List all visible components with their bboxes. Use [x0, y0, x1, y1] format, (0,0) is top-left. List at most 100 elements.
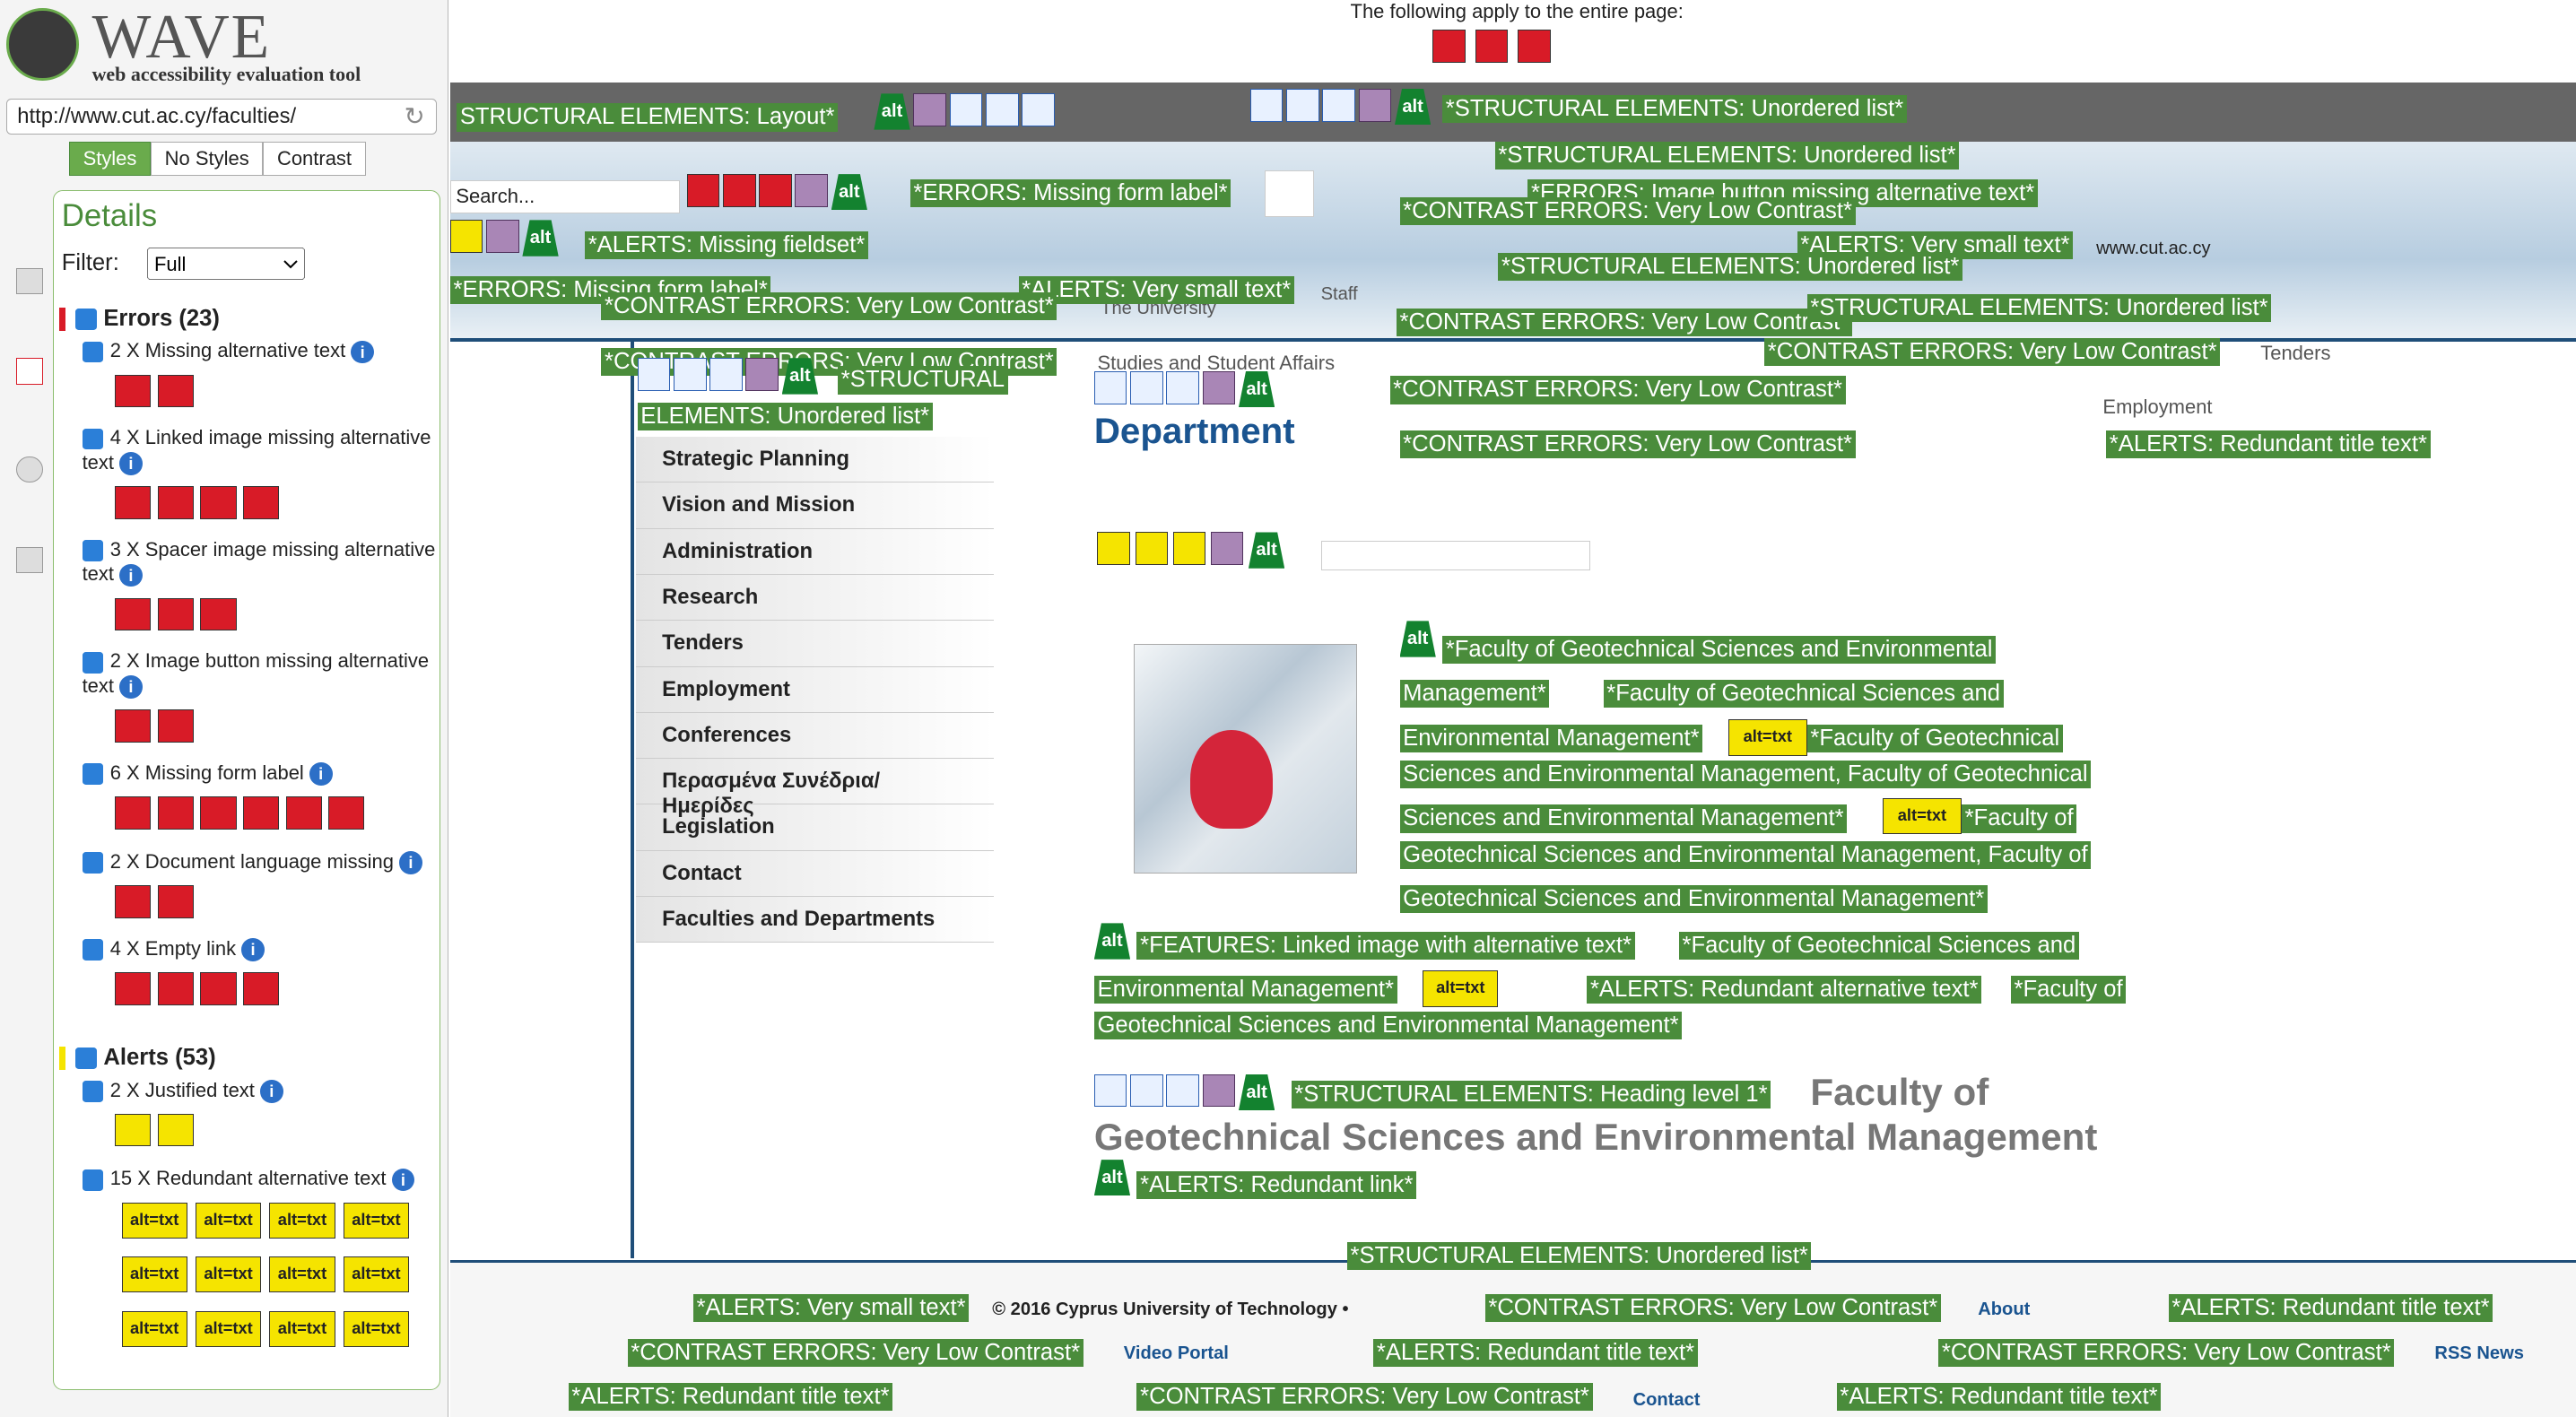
list-icon[interactable]: [1322, 88, 1356, 122]
staff-link[interactable]: Staff: [1321, 284, 1358, 305]
redundant-title-label[interactable]: *ALERTS: Redundant title text*: [568, 1383, 893, 1412]
summary-icon[interactable]: [16, 267, 43, 294]
h1-icon[interactable]: [1166, 370, 1200, 404]
ul-label[interactable]: *STRUCTURAL ELEMENTS: Unordered list*: [1494, 141, 1960, 170]
ul-split-label-1[interactable]: *STRUCTURAL: [838, 366, 1008, 395]
menu-item[interactable]: Περασμένα Συνέδρια/Ημερίδες: [635, 759, 995, 818]
redundant-title-label[interactable]: *ALERTS: Redundant title text*: [1373, 1338, 1698, 1367]
alt-text-icon[interactable]: alt=txt: [1882, 798, 1962, 835]
feature-linked-b[interactable]: Environmental Management*: [1093, 975, 1397, 1004]
menu-item[interactable]: Contact: [635, 850, 995, 898]
alt-icon[interactable]: alt: [1399, 621, 1436, 657]
alt-text-icon[interactable]: alt=txt: [121, 1310, 187, 1347]
faculty-alt-4c[interactable]: Geotechnical Sciences and Environmental …: [1399, 885, 1988, 914]
missing-form-label[interactable]: *ERRORS: Missing form label*: [909, 178, 1231, 207]
small-text-label[interactable]: *ALERTS: Very small text*: [692, 1294, 970, 1323]
alt-icon[interactable]: alt: [1093, 1160, 1131, 1196]
search-icon[interactable]: [1265, 170, 1315, 217]
tenders-link[interactable]: Tenders: [2260, 342, 2330, 365]
list-item[interactable]: 15 X Redundant alternative text i: [82, 1166, 440, 1192]
faculty-alt-4[interactable]: *Faculty of: [1961, 804, 2077, 833]
alt-icon[interactable]: alt: [874, 93, 910, 130]
alt-icon[interactable]: alt: [1238, 1074, 1275, 1111]
list-icon[interactable]: [1249, 88, 1284, 122]
menu-item[interactable]: Vision and Mission: [635, 482, 995, 529]
info-icon[interactable]: i: [241, 938, 265, 962]
tab-no-styles[interactable]: No Styles: [151, 141, 264, 177]
menu-item[interactable]: Tenders: [635, 621, 995, 667]
h1-icon[interactable]: [1093, 1074, 1127, 1108]
feature-linked-tail[interactable]: *Faculty of Geotechnical Sciences and: [1678, 931, 2079, 960]
form-label-icon[interactable]: [722, 174, 756, 207]
list-item[interactable]: 4 X Empty link i: [82, 936, 440, 962]
checkbox-icon[interactable]: [82, 1169, 104, 1191]
menu-item[interactable]: Strategic Planning: [635, 437, 995, 483]
checkbox-icon[interactable]: [82, 939, 104, 961]
speech-bubble-icon[interactable]: [1518, 29, 1551, 63]
menu-item[interactable]: Employment: [635, 666, 995, 713]
layout-label[interactable]: STRUCTURAL ELEMENTS: Layout*: [457, 103, 839, 132]
alt-text-icon[interactable]: alt=txt: [1727, 719, 1807, 756]
menu-item[interactable]: Conferences: [635, 712, 995, 760]
checkbox-icon[interactable]: [82, 1080, 104, 1102]
tab-order-icon[interactable]: [1202, 370, 1236, 404]
faculty-alt-2b[interactable]: Environmental Management*: [1399, 724, 1703, 752]
tab-order-icon[interactable]: [1358, 88, 1392, 122]
contrast-label[interactable]: *CONTRAST ERRORS: Very Low Contrast*: [1399, 430, 1856, 459]
about-link[interactable]: About: [1978, 1300, 2030, 1320]
tab-order-icon[interactable]: [1210, 532, 1244, 566]
checkbox-icon[interactable]: [82, 341, 104, 363]
contrast-label[interactable]: *CONTRAST ERRORS: Very Low Contrast*: [1136, 1383, 1593, 1412]
heading1-label[interactable]: *STRUCTURAL ELEMENTS: Heading level 1*: [1291, 1081, 1771, 1109]
speech-bubble-icon[interactable]: [1475, 29, 1509, 63]
alt-text-icon[interactable]: alt=txt: [195, 1202, 262, 1239]
redundant-title-label[interactable]: *ALERTS: Redundant title text*: [2168, 1294, 2493, 1323]
alt-icon[interactable]: alt: [1093, 923, 1131, 960]
info-icon[interactable]: i: [391, 1168, 415, 1192]
contrast-label[interactable]: *CONTRAST ERRORS: Very Low Contrast*: [1764, 338, 2221, 367]
layout-table-icon[interactable]: [1022, 93, 1055, 127]
list-item[interactable]: 4 X Linked image missing alternative tex…: [82, 425, 440, 475]
list-item[interactable]: 2 X Image button missing alternative tex…: [82, 648, 440, 699]
layout-table-icon[interactable]: [985, 93, 1019, 127]
faculty-image[interactable]: [1133, 643, 1357, 874]
contact-link[interactable]: Contact: [1633, 1390, 1701, 1411]
alt-text-icon[interactable]: alt=txt: [269, 1202, 335, 1239]
checkbox-icon[interactable]: [82, 428, 104, 450]
ul-label[interactable]: *STRUCTURAL ELEMENTS: Unordered list*: [1442, 95, 1907, 124]
alt-text-icon[interactable]: alt=txt: [343, 1202, 410, 1239]
tab-order-icon[interactable]: [486, 220, 519, 254]
details-icon[interactable]: [16, 358, 43, 385]
h1-icon[interactable]: [1130, 1074, 1163, 1108]
redundant-link-label[interactable]: *ALERTS: Redundant link*: [1136, 1170, 1417, 1200]
alerts-category[interactable]: Alerts (53): [58, 1045, 216, 1071]
info-icon[interactable]: i: [259, 1079, 283, 1103]
errors-category[interactable]: Errors (23): [58, 306, 220, 332]
contrast-label[interactable]: *CONTRAST ERRORS: Very Low Contrast*: [1399, 196, 1856, 225]
alt-text-icon[interactable]: alt=txt: [121, 1256, 187, 1293]
speech-bubble-icon[interactable]: [1432, 29, 1466, 63]
small-text-label[interactable]: *ALERTS: Very small text*: [1018, 275, 1294, 304]
missing-fieldset-label[interactable]: *ALERTS: Missing fieldset*: [585, 231, 868, 260]
faculty-alt-3c[interactable]: Sciences and Environmental Management*: [1399, 804, 1848, 833]
tab-styles[interactable]: Styles: [68, 141, 152, 177]
redundant-title-label[interactable]: *ALERTS: Redundant title text*: [1836, 1383, 2162, 1412]
alt-icon[interactable]: alt: [1394, 88, 1432, 126]
tab-order-icon[interactable]: [1202, 1074, 1236, 1108]
faculty-alt-2[interactable]: *Faculty of Geotechnical Sciences and: [1603, 680, 2004, 708]
alt-text-icon[interactable]: alt=txt: [343, 1310, 410, 1347]
doc-language-errors[interactable]: [1432, 29, 1551, 63]
alt-text-icon[interactable]: alt=txt: [195, 1310, 262, 1347]
contrast-label[interactable]: *CONTRAST ERRORS: Very Low Contrast*: [627, 1338, 1083, 1367]
contrast-label[interactable]: *CONTRAST ERRORS: Very Low Contrast*: [601, 292, 1057, 321]
ul-split-label-2[interactable]: ELEMENTS: Unordered list*: [637, 402, 933, 430]
video-portal-link[interactable]: Video Portal: [1124, 1343, 1229, 1364]
list-icon[interactable]: [637, 358, 671, 391]
form-label-icon[interactable]: [686, 174, 720, 207]
contrast-label[interactable]: *CONTRAST ERRORS: Very Low Contrast*: [1484, 1294, 1941, 1323]
documentation-icon[interactable]: [16, 456, 43, 483]
fieldset-icon[interactable]: [449, 220, 483, 254]
rss-link[interactable]: RSS News: [2434, 1343, 2524, 1364]
h1-icon[interactable]: [1130, 370, 1163, 404]
faculty-alt-3b[interactable]: Sciences and Environmental Management, F…: [1399, 761, 2092, 789]
